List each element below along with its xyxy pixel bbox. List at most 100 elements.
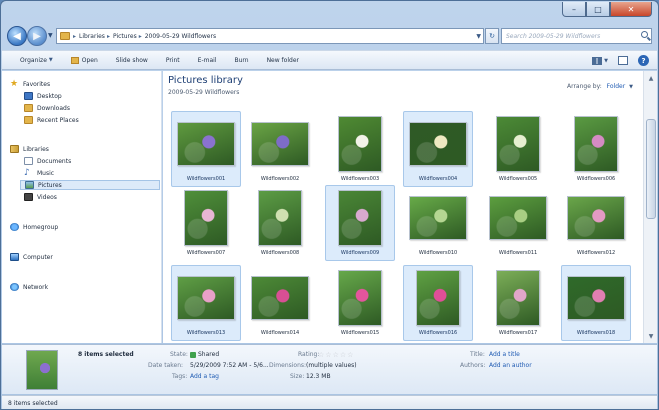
image-thumbnail xyxy=(496,116,540,172)
nav-label: Desktop xyxy=(37,92,62,100)
file-name: Wildflowers018 xyxy=(576,330,616,336)
nav-label: Libraries xyxy=(23,145,49,153)
tags-input[interactable]: Add a tag xyxy=(190,373,219,380)
organize-button[interactable]: Organize ▼ xyxy=(2,57,62,64)
thumbnail-tile[interactable]: Wildflowers009 xyxy=(325,185,395,261)
maximize-button[interactable]: □ xyxy=(586,2,610,17)
thumbnail-tile[interactable]: Wildflowers008 xyxy=(245,185,315,261)
thumbnail-tile[interactable]: Wildflowers006 xyxy=(561,111,631,187)
recent-places-icon xyxy=(24,116,33,124)
star-icon[interactable]: ☆ xyxy=(347,351,353,359)
selected-count: 8 items selected xyxy=(78,351,134,358)
nav-music[interactable]: ♪ Music xyxy=(24,169,54,178)
star-icon[interactable]: ☆ xyxy=(340,351,346,359)
rating-stars[interactable]: ☆ ☆ ☆ ☆ ☆ xyxy=(318,351,353,359)
breadcrumb-separator[interactable]: ▸ xyxy=(107,33,110,40)
breadcrumb-pictures[interactable]: Pictures xyxy=(113,33,137,40)
image-thumbnail xyxy=(409,196,467,240)
slide-show-button[interactable]: Slide show xyxy=(107,57,157,64)
star-icon[interactable]: ☆ xyxy=(325,351,331,359)
search-icon[interactable] xyxy=(641,31,648,38)
new-folder-button[interactable]: New folder xyxy=(258,57,308,64)
nav-desktop[interactable]: Desktop xyxy=(24,92,62,100)
thumbnail-tile[interactable]: Wildflowers015 xyxy=(325,265,395,341)
file-name: Wildflowers014 xyxy=(260,330,300,336)
nav-network[interactable]: Network xyxy=(10,283,48,291)
search-input[interactable]: Search 2009-05-29 Wildflowers xyxy=(501,28,652,44)
title-input[interactable]: Add a title xyxy=(489,351,520,358)
scroll-thumb[interactable] xyxy=(646,119,656,219)
close-button[interactable]: ✕ xyxy=(610,2,652,17)
nav-videos[interactable]: Videos xyxy=(24,193,57,201)
nav-computer[interactable]: Computer xyxy=(10,253,53,261)
open-button[interactable]: Open xyxy=(62,56,107,64)
date-taken-label: Date taken: xyxy=(148,362,184,369)
image-thumbnail xyxy=(184,190,228,246)
chevron-down-icon[interactable]: ▼ xyxy=(629,84,633,90)
image-thumbnail xyxy=(416,270,460,326)
thumbnail-tile[interactable]: Wildflowers014 xyxy=(245,265,315,341)
vertical-scrollbar[interactable]: ▲ ▼ xyxy=(643,71,657,343)
email-button[interactable]: E-mail xyxy=(189,57,226,64)
thumbnail-tile[interactable]: Wildflowers003 xyxy=(325,111,395,187)
arrange-by-dropdown[interactable]: Folder xyxy=(607,83,626,90)
star-icon[interactable]: ☆ xyxy=(333,351,339,359)
nav-downloads[interactable]: Downloads xyxy=(24,104,70,112)
nav-label: Pictures xyxy=(38,181,62,189)
nav-favorites[interactable]: ★ Favorites xyxy=(10,80,51,89)
title-bar[interactable]: – □ ✕ xyxy=(1,1,658,23)
breadcrumb-separator[interactable]: ▸ xyxy=(139,33,142,40)
thumbnail-tile[interactable]: Wildflowers013 xyxy=(171,265,241,341)
star-icon[interactable]: ☆ xyxy=(318,351,324,359)
preview-pane-icon[interactable] xyxy=(618,56,628,65)
nav-homegroup[interactable]: Homegroup xyxy=(10,223,58,231)
scroll-up-arrow-icon[interactable]: ▲ xyxy=(645,72,657,84)
breadcrumb-libraries[interactable]: Libraries xyxy=(79,33,105,40)
breadcrumb-separator[interactable]: ▸ xyxy=(73,33,76,40)
thumbnail-tile[interactable]: Wildflowers012 xyxy=(561,185,631,261)
address-dropdown-button[interactable]: ▼ xyxy=(476,33,481,40)
change-view-button[interactable]: ▼ xyxy=(592,56,608,65)
print-button[interactable]: Print xyxy=(157,57,189,64)
thumbnail-tile[interactable]: Wildflowers005 xyxy=(483,111,553,187)
image-thumbnail xyxy=(338,116,382,172)
arrange-by-label: Arrange by: xyxy=(566,83,602,90)
help-icon[interactable]: ? xyxy=(638,55,649,66)
address-bar[interactable]: ▸ Libraries ▸ Pictures ▸ 2009-05-29 Wild… xyxy=(56,28,484,44)
refresh-button[interactable]: ↻ xyxy=(485,28,499,44)
network-icon xyxy=(10,283,19,291)
downloads-icon xyxy=(24,104,33,112)
libraries-icon xyxy=(10,145,19,153)
file-name: Wildflowers008 xyxy=(260,250,300,256)
file-name: Wildflowers003 xyxy=(340,176,380,182)
thumbnail-tile[interactable]: Wildflowers004 xyxy=(403,111,473,187)
nav-pictures[interactable]: Pictures xyxy=(20,180,160,190)
thumbnail-tile[interactable]: Wildflowers017 xyxy=(483,265,553,341)
thumbnail-tile[interactable]: Wildflowers007 xyxy=(171,185,241,261)
date-taken-value[interactable]: 5/29/2009 7:52 AM - 5/6... xyxy=(190,362,269,369)
open-label: Open xyxy=(81,56,98,64)
nav-label: Favorites xyxy=(23,80,51,88)
thumbnail-tile[interactable]: Wildflowers018 xyxy=(561,265,631,341)
authors-input[interactable]: Add an author xyxy=(489,362,532,369)
nav-recent-places[interactable]: Recent Places xyxy=(24,116,79,124)
nav-documents[interactable]: Documents xyxy=(24,157,71,165)
scroll-down-arrow-icon[interactable]: ▼ xyxy=(645,330,657,342)
nav-libraries[interactable]: Libraries xyxy=(10,145,49,153)
burn-button[interactable]: Burn xyxy=(225,57,257,64)
thumbnail-tile[interactable]: Wildflowers001 xyxy=(171,111,241,187)
back-button[interactable]: ◀ xyxy=(7,26,27,46)
file-list: Pictures library 2009-05-29 Wildflowers … xyxy=(163,71,643,343)
forward-button[interactable]: ▶ xyxy=(27,26,47,46)
thumbnail-tile[interactable]: Wildflowers010 xyxy=(403,185,473,261)
breadcrumb-current-folder[interactable]: 2009-05-29 Wildflowers xyxy=(145,33,216,40)
thumbnail-tile[interactable]: Wildflowers002 xyxy=(245,111,315,187)
views-icon xyxy=(592,56,603,65)
state-value-text: Shared xyxy=(198,351,220,358)
thumbnail-tile[interactable]: Wildflowers011 xyxy=(483,185,553,261)
nav-label: Recent Places xyxy=(37,116,79,124)
minimize-button[interactable]: – xyxy=(562,2,586,17)
thumbnail-tile[interactable]: Wildflowers016 xyxy=(403,265,473,341)
recent-pages-button[interactable]: ▼ xyxy=(48,32,53,39)
file-name: Wildflowers002 xyxy=(260,176,300,182)
